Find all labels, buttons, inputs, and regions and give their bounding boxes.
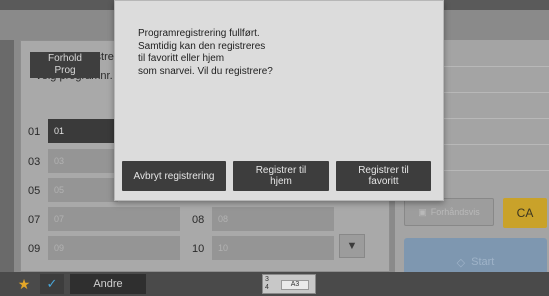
program-slot[interactable]: 05 bbox=[48, 178, 118, 202]
paper-tray-number: 34 bbox=[265, 276, 269, 291]
row-number: 08 bbox=[192, 214, 205, 226]
dialog-message-line: som snarvei. Vil du registrere? bbox=[138, 65, 273, 77]
left-strip bbox=[0, 40, 14, 272]
cancel-registration-button[interactable]: Avbryt registrering bbox=[122, 161, 226, 191]
register-home-button[interactable]: Registrer til hjem bbox=[233, 161, 329, 191]
row-number: 07 bbox=[28, 214, 41, 226]
dialog-message: Programregistrering fullført. Samtidig k… bbox=[138, 28, 328, 78]
program-slot[interactable]: 01 bbox=[48, 119, 118, 143]
check-icon[interactable]: ✓ bbox=[40, 274, 64, 294]
scroll-down-icon[interactable]: ▼ bbox=[339, 234, 365, 258]
start-icon: ◇ bbox=[456, 256, 466, 269]
program-slot[interactable]: 10 bbox=[212, 236, 334, 260]
program-slot[interactable]: 09 bbox=[48, 236, 180, 260]
dialog-message-line: Programregistrering fullført. bbox=[138, 28, 260, 39]
program-slot[interactable]: 07 bbox=[48, 207, 180, 231]
row-number: 10 bbox=[192, 243, 205, 255]
paper-indicator: 34 A3 bbox=[262, 274, 316, 294]
program-slot[interactable]: 08 bbox=[212, 207, 334, 231]
row-number: 03 bbox=[28, 156, 41, 168]
clear-all-button[interactable]: CA bbox=[503, 198, 547, 228]
dialog-message-line: til favoritt eller hjem bbox=[138, 53, 225, 64]
preview-icon: ▣ bbox=[418, 206, 427, 217]
register-favorite-button[interactable]: Registrer til favoritt bbox=[336, 161, 431, 191]
row-number: 09 bbox=[28, 243, 41, 255]
register-home-label-line2: hjem bbox=[270, 176, 292, 187]
registration-dialog: Programregistrering fullført. Samtidig k… bbox=[114, 0, 444, 201]
row-number: 05 bbox=[28, 185, 41, 197]
preview-label: Forhåndsvis bbox=[430, 207, 480, 217]
star-icon[interactable]: ★ bbox=[14, 274, 34, 294]
tab-program[interactable]: Forhold Prog bbox=[30, 52, 100, 78]
start-label: Start bbox=[471, 256, 495, 268]
tab-label-line2: Prog bbox=[54, 65, 76, 76]
other-button[interactable]: Andre bbox=[70, 274, 146, 294]
row-number: 01 bbox=[28, 126, 41, 138]
register-favorite-label-line2: favoritt bbox=[368, 176, 399, 187]
preview-button[interactable]: ▣ Forhåndsvis bbox=[404, 198, 494, 226]
dialog-message-line: Samtidig kan den registreres bbox=[138, 40, 266, 52]
cancel-registration-label: Avbryt registrering bbox=[133, 170, 215, 182]
register-favorite-label-line1: Registrer til bbox=[358, 165, 409, 176]
tab-label-line1: Forhold bbox=[48, 53, 82, 64]
paper-size: A3 bbox=[281, 280, 309, 290]
program-slot[interactable]: 03 bbox=[48, 149, 118, 173]
register-home-label-line1: Registrer til bbox=[255, 165, 307, 176]
